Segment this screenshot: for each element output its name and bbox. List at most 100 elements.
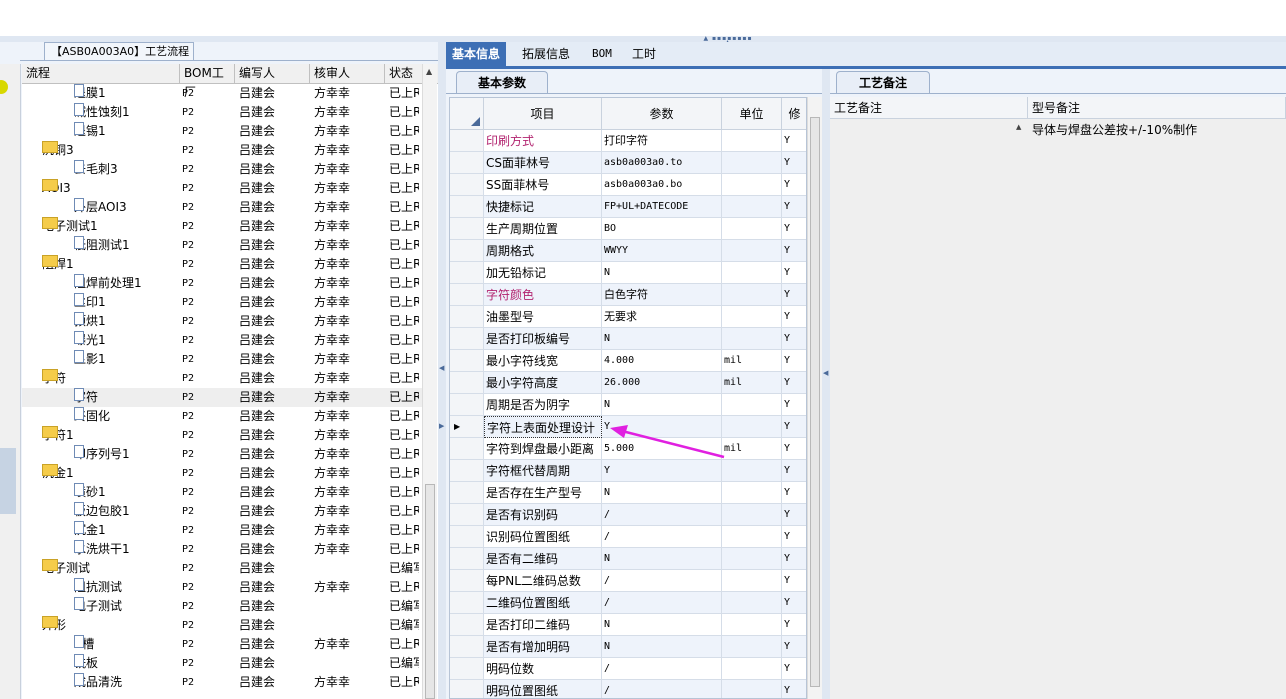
param-value-cell[interactable]: 打印字符: [602, 130, 722, 152]
param-row[interactable]: 是否打印二维码 N Y: [450, 614, 806, 636]
param-row[interactable]: 明码位置图纸 / Y: [450, 680, 806, 698]
row-header[interactable]: [450, 350, 484, 372]
param-value-cell[interactable]: Y: [602, 460, 722, 482]
param-row[interactable]: 是否有二维码 N Y: [450, 548, 806, 570]
row-header[interactable]: [450, 526, 484, 548]
param-row[interactable]: 周期格式 WWYY Y: [450, 240, 806, 262]
row-header[interactable]: [450, 592, 484, 614]
tree-folder-row[interactable]: −AOI3 P2 吕建会 方幸幸 已上R: [22, 179, 422, 198]
process-flow-tab[interactable]: 【ASB0A003A0】工艺流程: [44, 42, 194, 60]
scroll-up-icon[interactable]: ▲: [1016, 123, 1021, 131]
tree-item-row[interactable]: 外层AOI3 P2 吕建会 方幸幸 已上R: [22, 198, 422, 217]
tab-basic-info[interactable]: 基本信息: [446, 42, 507, 66]
header-item[interactable]: 项目: [484, 98, 602, 130]
header-flow[interactable]: 流程: [22, 64, 180, 83]
craft-remark-field[interactable]: [830, 119, 1029, 699]
param-value-cell[interactable]: /: [602, 658, 722, 680]
param-row[interactable]: 字符框代替周期 Y Y: [450, 460, 806, 482]
tree-item-row[interactable]: 字符 P2 吕建会 方幸幸 已上R: [22, 388, 422, 407]
row-header[interactable]: [450, 174, 484, 196]
tree-item-row[interactable]: 预烘1 P2 吕建会 方幸幸 已上R: [22, 312, 422, 331]
tree-item-row[interactable]: 退锡1 P2 吕建会 方幸幸 已上R: [22, 122, 422, 141]
param-value-cell[interactable]: /: [602, 570, 722, 592]
param-value-cell[interactable]: N: [602, 328, 722, 350]
vertical-splitter-2[interactable]: ◀: [822, 69, 830, 699]
row-header[interactable]: [450, 570, 484, 592]
row-header[interactable]: [450, 196, 484, 218]
tree-folder-row[interactable]: −外形 P2 吕建会 已编写: [22, 616, 422, 635]
param-value-cell[interactable]: asb0a003a0.bo: [602, 174, 722, 196]
row-header[interactable]: [450, 548, 484, 570]
param-row[interactable]: 最小字符高度 26.000 mil Y: [450, 372, 806, 394]
header-model-remark[interactable]: 型号备注: [1028, 97, 1286, 119]
craft-remark-tab[interactable]: 工艺备注: [836, 71, 930, 94]
header-reviewer[interactable]: 核审人: [310, 64, 385, 83]
row-header[interactable]: [450, 636, 484, 658]
row-header[interactable]: [450, 152, 484, 174]
scrollbar-thumb[interactable]: [810, 117, 820, 687]
tree-folder-row[interactable]: −电子测试1 P2 吕建会 方幸幸 已上R: [22, 217, 422, 236]
tree-item-row[interactable]: 阻焊前处理1 P2 吕建会 方幸幸 已上R: [22, 274, 422, 293]
param-row[interactable]: 油墨型号 无要求 Y: [450, 306, 806, 328]
row-header[interactable]: [450, 394, 484, 416]
param-value-cell[interactable]: 26.000: [602, 372, 722, 394]
row-header[interactable]: [450, 460, 484, 482]
header-modify[interactable]: 修: [782, 98, 806, 130]
tree-item-row[interactable]: 终固化 P2 吕建会 方幸幸 已上R: [22, 407, 422, 426]
tree-item-row[interactable]: V槽 P2 吕建会 方幸幸 已上R: [22, 635, 422, 654]
param-value-cell[interactable]: N: [602, 262, 722, 284]
param-value-cell[interactable]: 无要求: [602, 306, 722, 328]
params-scrollbar[interactable]: [807, 97, 822, 699]
header-bom-factory[interactable]: BOM工厂: [180, 64, 235, 99]
param-value-cell[interactable]: WWYY: [602, 240, 722, 262]
header-unit[interactable]: 单位: [722, 98, 782, 130]
param-value-cell[interactable]: N: [602, 482, 722, 504]
param-value-cell[interactable]: 4.000: [602, 350, 722, 372]
param-row[interactable]: 明码位数 / Y: [450, 658, 806, 680]
row-header[interactable]: ▶: [450, 416, 484, 438]
tree-item-row[interactable]: 低阻测试1 P2 吕建会 方幸幸 已上R: [22, 236, 422, 255]
param-row[interactable]: 是否存在生产型号 N Y: [450, 482, 806, 504]
param-value-cell[interactable]: N: [602, 614, 722, 636]
model-remark-field[interactable]: 导体与焊盘公差按+/-10%制作: [1028, 119, 1286, 699]
param-value-cell[interactable]: /: [602, 592, 722, 614]
param-value-cell[interactable]: 白色字符: [602, 284, 722, 306]
param-row[interactable]: 生产周期位置 BO Y: [450, 218, 806, 240]
tree-item-row[interactable]: 成品清洗 P2 吕建会 方幸幸 已上R: [22, 673, 422, 692]
row-header[interactable]: [450, 262, 484, 284]
tree-item-row[interactable]: 水洗烘干1 P2 吕建会 方幸幸 已上R: [22, 540, 422, 559]
collapse-left-icon[interactable]: ◀: [439, 364, 444, 372]
param-row[interactable]: 印刷方式 打印字符 Y: [450, 130, 806, 152]
row-header[interactable]: [450, 240, 484, 262]
tree-item-row[interactable]: 曝光1 P2 吕建会 方幸幸 已上R: [22, 331, 422, 350]
collapse-right-icon[interactable]: ▶: [439, 422, 444, 430]
tree-folder-row[interactable]: −字符 P2 吕建会 方幸幸 已上R: [22, 369, 422, 388]
param-value-cell[interactable]: FP+UL+DATECODE: [602, 196, 722, 218]
param-value-cell[interactable]: /: [602, 526, 722, 548]
header-craft-remark[interactable]: 工艺备注: [830, 97, 1028, 119]
param-row[interactable]: SS面菲林号 asb0a003a0.bo Y: [450, 174, 806, 196]
header-status[interactable]: 状态: [385, 64, 425, 83]
basic-params-tab[interactable]: 基本参数: [456, 71, 548, 94]
tree-item-row[interactable]: 丝印1 P2 吕建会 方幸幸 已上R: [22, 293, 422, 312]
param-row[interactable]: 每PNL二维码总数 / Y: [450, 570, 806, 592]
row-header[interactable]: [450, 482, 484, 504]
param-row[interactable]: 最小字符线宽 4.000 mil Y: [450, 350, 806, 372]
row-header[interactable]: [450, 504, 484, 526]
tree-folder-row[interactable]: −沉铜3 P2 吕建会 方幸幸 已上R: [22, 141, 422, 160]
param-value-cell[interactable]: asb0a003a0.to: [602, 152, 722, 174]
tab-bom[interactable]: BOM: [586, 42, 618, 66]
tree-item-row[interactable]: 显影1 P2 吕建会 方幸幸 已上R: [22, 350, 422, 369]
tree-item-row[interactable]: 电子测试 P2 吕建会 已编写: [22, 597, 422, 616]
param-value-cell[interactable]: N: [602, 548, 722, 570]
tree-folder-row[interactable]: −字符1 P2 吕建会 方幸幸 已上R: [22, 426, 422, 445]
header-author[interactable]: 编写人: [235, 64, 310, 83]
tree-item-row[interactable]: 铣板 P2 吕建会 已编写: [22, 654, 422, 673]
param-row[interactable]: 加无铅标记 N Y: [450, 262, 806, 284]
row-header[interactable]: [450, 284, 484, 306]
tree-item-row[interactable]: 喷砂1 P2 吕建会 方幸幸 已上R: [22, 483, 422, 502]
param-row[interactable]: 是否有增加明码 N Y: [450, 636, 806, 658]
header-param[interactable]: 参数: [602, 98, 722, 130]
collapse-left-icon[interactable]: ◀: [823, 369, 828, 377]
tree-item-row[interactable]: 去毛刺3 P2 吕建会 方幸幸 已上R: [22, 160, 422, 179]
